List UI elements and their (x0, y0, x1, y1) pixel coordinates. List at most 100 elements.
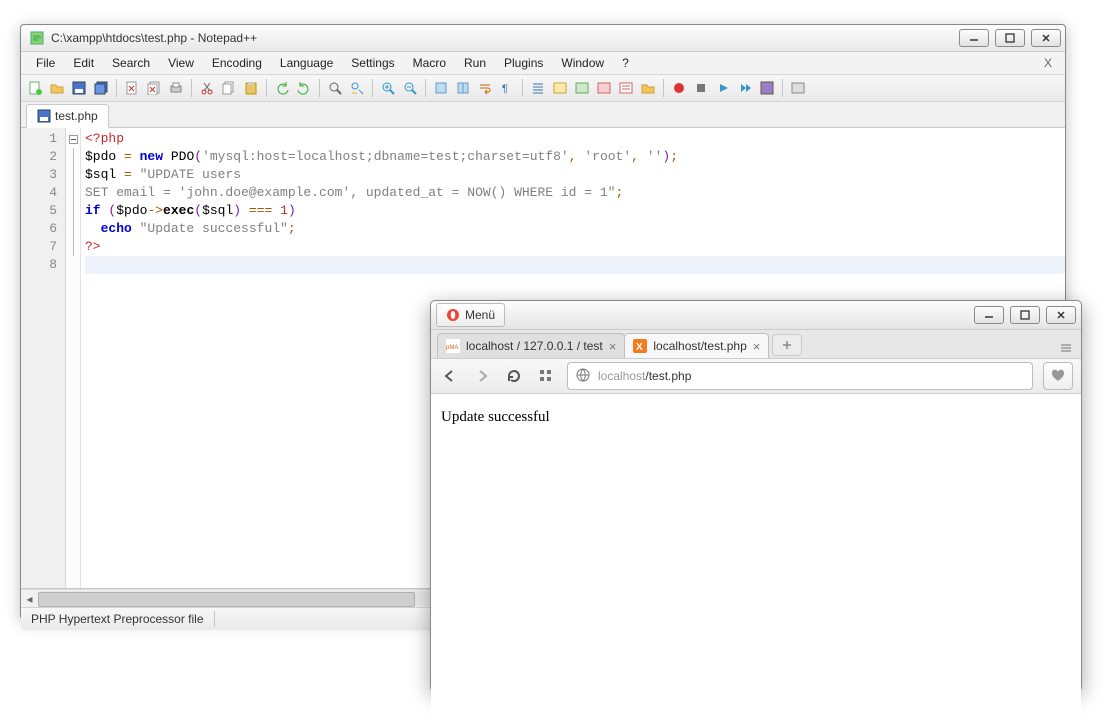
back-button[interactable] (439, 365, 461, 387)
code-line[interactable]: SET email = 'john.doe@example.com', upda… (85, 184, 1065, 202)
line-number: 2 (21, 148, 65, 166)
code-line[interactable]: if ($pdo->exec($sql) === 1) (85, 202, 1065, 220)
xampp-favicon-icon: X (633, 339, 647, 353)
notepadpp-app-icon (29, 30, 45, 46)
maximize-button[interactable] (995, 29, 1025, 47)
tab-close-icon[interactable]: × (609, 339, 617, 354)
redo-icon[interactable] (294, 78, 314, 98)
opera-navbar: localhost/test.php (431, 359, 1081, 394)
opera-close-button[interactable] (1046, 306, 1076, 324)
svg-text:pMA: pMA (446, 345, 458, 351)
sync-v-icon[interactable] (431, 78, 451, 98)
menu-run[interactable]: Run (455, 53, 495, 73)
stop-icon[interactable] (691, 78, 711, 98)
browser-tab-phpmyadmin[interactable]: pMA localhost / 127.0.0.1 / test × (437, 333, 625, 358)
code-line[interactable]: echo "Update successful"; (85, 220, 1065, 238)
lang-icon[interactable] (550, 78, 570, 98)
folder-doc-icon[interactable] (572, 78, 592, 98)
fold-line (66, 220, 80, 238)
bookmark-button[interactable] (1043, 362, 1073, 390)
print-icon[interactable] (166, 78, 186, 98)
wrap-icon[interactable] (475, 78, 495, 98)
opera-menu-button[interactable]: Menü (436, 303, 505, 327)
zoom-out-icon[interactable] (400, 78, 420, 98)
close-button[interactable] (1031, 29, 1061, 47)
paste-icon[interactable] (241, 78, 261, 98)
doc-map-icon[interactable] (594, 78, 614, 98)
save-all-icon[interactable] (91, 78, 111, 98)
fold-line (66, 166, 80, 184)
file-tab-testphp[interactable]: test.php (26, 104, 109, 128)
site-info-icon[interactable] (576, 368, 590, 385)
fold-column[interactable] (66, 128, 81, 588)
scroll-left-icon[interactable]: ◂ (21, 591, 38, 606)
find-icon[interactable] (325, 78, 345, 98)
close-all-icon[interactable] (144, 78, 164, 98)
menu-plugins[interactable]: Plugins (495, 53, 552, 73)
new-tab-button[interactable] (772, 334, 802, 356)
speed-dial-button[interactable] (535, 365, 557, 387)
tab-close-icon[interactable]: × (753, 339, 761, 354)
about-icon[interactable] (788, 78, 808, 98)
minimize-button[interactable] (959, 29, 989, 47)
menu-file[interactable]: File (27, 53, 64, 73)
fold-toggle-icon[interactable] (66, 130, 80, 148)
browser-tab-testphp[interactable]: X localhost/test.php × (624, 333, 769, 358)
code-line[interactable] (85, 256, 1065, 274)
zoom-in-icon[interactable] (378, 78, 398, 98)
menu-help[interactable]: ? (613, 53, 638, 73)
browser-tab-label: localhost / 127.0.0.1 / test (466, 339, 603, 353)
menu-window[interactable]: Window (552, 53, 613, 73)
record-icon[interactable] (669, 78, 689, 98)
new-file-icon[interactable] (25, 78, 45, 98)
menu-macro[interactable]: Macro (404, 53, 455, 73)
sync-h-icon[interactable] (453, 78, 473, 98)
browser-tab-label: localhost/test.php (653, 339, 746, 353)
menu-encoding[interactable]: Encoding (203, 53, 271, 73)
scroll-thumb[interactable] (38, 592, 415, 607)
menu-settings[interactable]: Settings (342, 53, 403, 73)
status-filetype: PHP Hypertext Preprocessor file (21, 612, 214, 626)
line-number: 5 (21, 202, 65, 220)
reload-button[interactable] (503, 365, 525, 387)
open-file-icon[interactable] (47, 78, 67, 98)
menubar-close-icon[interactable]: X (1037, 56, 1059, 70)
code-line[interactable]: <?php (85, 130, 1065, 148)
indent-guide-icon[interactable] (528, 78, 548, 98)
menu-view[interactable]: View (159, 53, 203, 73)
menu-edit[interactable]: Edit (64, 53, 103, 73)
menu-search[interactable]: Search (103, 53, 159, 73)
address-bar[interactable]: localhost/test.php (567, 362, 1033, 390)
line-number: 4 (21, 184, 65, 202)
replace-icon[interactable] (347, 78, 367, 98)
address-text: localhost/test.php (598, 369, 691, 383)
fold-line (66, 184, 80, 202)
notepadpp-titlebar[interactable]: C:\xampp\htdocs\test.php - Notepad++ (21, 25, 1065, 52)
all-chars-icon[interactable]: ¶ (497, 78, 517, 98)
file-saved-icon (37, 109, 51, 123)
tab-menu-icon[interactable] (1051, 341, 1081, 358)
cut-icon[interactable] (197, 78, 217, 98)
code-line[interactable]: $pdo = new PDO('mysql:host=localhost;dbn… (85, 148, 1065, 166)
opera-titlebar[interactable]: Menü (431, 301, 1081, 330)
copy-icon[interactable] (219, 78, 239, 98)
phpmyadmin-favicon-icon: pMA (446, 339, 460, 353)
svg-text:X: X (636, 342, 643, 353)
save-icon[interactable] (69, 78, 89, 98)
menu-language[interactable]: Language (271, 53, 342, 73)
play-multi-icon[interactable] (735, 78, 755, 98)
code-line[interactable]: $sql = "UPDATE users (85, 166, 1065, 184)
opera-window: Menü pMA localhost / 127.0.0.1 / test × … (430, 300, 1082, 692)
opera-menu-label: Menü (465, 308, 495, 322)
play-icon[interactable] (713, 78, 733, 98)
opera-maximize-button[interactable] (1010, 306, 1040, 324)
code-line[interactable]: ?> (85, 238, 1065, 256)
folder-view-icon[interactable] (638, 78, 658, 98)
forward-button[interactable] (471, 365, 493, 387)
undo-icon[interactable] (272, 78, 292, 98)
save-macro-icon[interactable] (757, 78, 777, 98)
close-file-icon[interactable] (122, 78, 142, 98)
page-content: Update successful (431, 394, 1081, 722)
opera-minimize-button[interactable] (974, 306, 1004, 324)
func-list-icon[interactable] (616, 78, 636, 98)
